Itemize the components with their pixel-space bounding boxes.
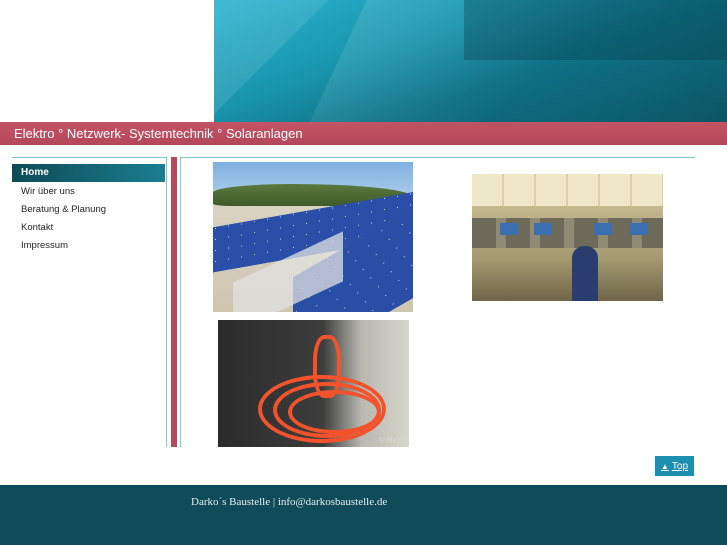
monitor-screen [534,223,552,235]
top-button-label: Top [671,460,689,472]
header-banner [214,0,727,122]
monitor-screen [500,223,518,235]
operator-figure [572,246,598,301]
control-room-photo [472,174,663,301]
banner-shadow [464,0,727,60]
nav-item-impressum[interactable]: Impressum [12,237,166,255]
cable-coil [288,390,381,434]
desk [472,258,663,301]
network-cable-photo: © rdx.ch [218,320,409,447]
nav-item-kontakt[interactable]: Kontakt [12,219,166,237]
main-navigation: Home Wir über uns Beratung & Planung Kon… [12,157,167,447]
chevron-up-icon: ▲ [660,461,669,471]
photo-credit: © rdx.ch [378,437,405,444]
footer-contact-text: Darko´s Baustelle | info@darkosbaustelle… [191,496,388,508]
ceiling-lights [472,174,663,206]
tagline-bar: Elektro ° Netzwerk- Systemtechnik ° Sola… [0,122,727,145]
monitor-screen [630,223,648,235]
nav-item-wir-ueber-uns[interactable]: Wir über uns [12,183,166,201]
cable-strand [313,335,341,398]
monitor-screen [594,223,612,235]
nav-item-home[interactable]: Home [12,164,165,182]
nav-item-beratung-planung[interactable]: Beratung & Planung [12,201,166,219]
tagline-text: Elektro ° Netzwerk- Systemtechnik ° Sola… [14,126,303,141]
solar-panels-photo [213,162,413,312]
back-to-top-button[interactable]: ▲ Top [655,456,694,476]
footer: Darko´s Baustelle | info@darkosbaustelle… [0,485,727,545]
vertical-divider [171,157,177,447]
